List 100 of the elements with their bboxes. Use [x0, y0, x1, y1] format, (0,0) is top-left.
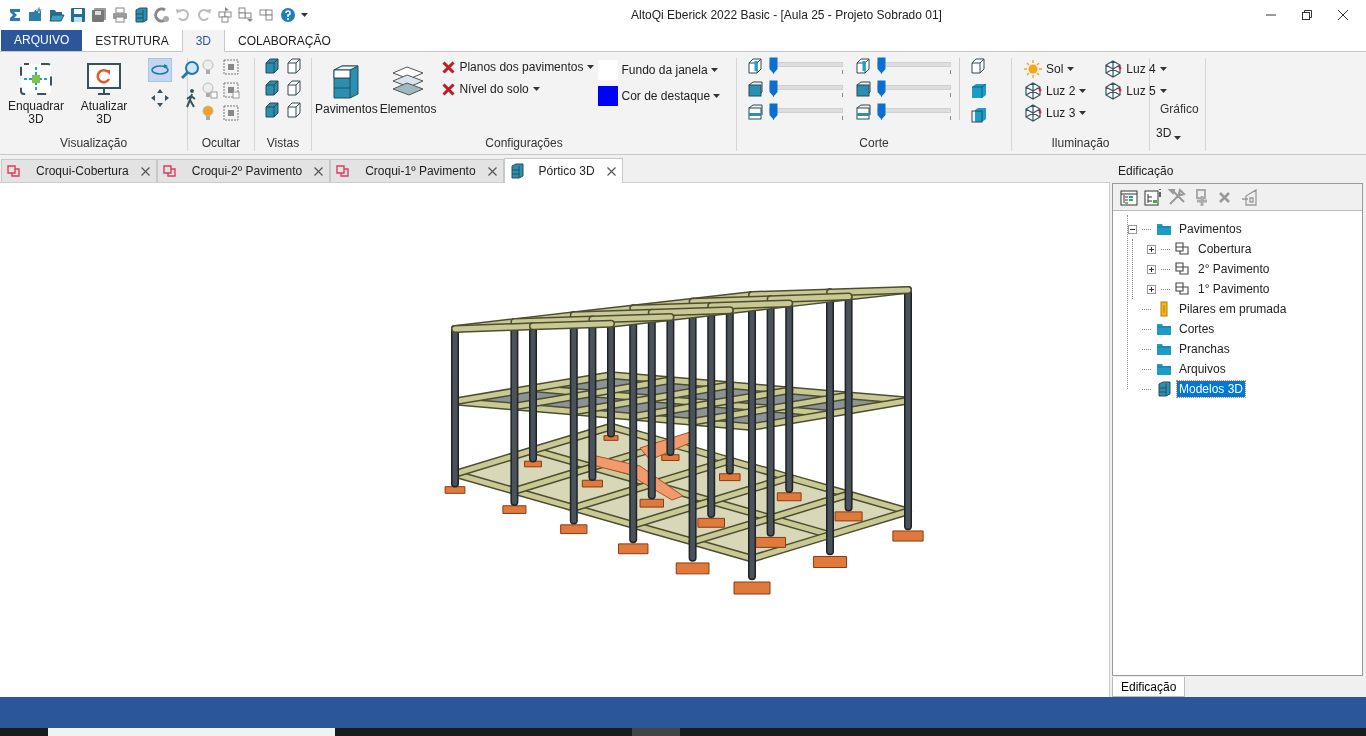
sketch-plan-icon[interactable] [6, 163, 22, 179]
section-box-icon[interactable] [855, 81, 871, 97]
tree-item[interactable]: Modelos 3D [1177, 381, 1246, 397]
tree-info-icon[interactable] [1144, 188, 1162, 206]
slider[interactable] [769, 102, 843, 121]
refresh-3d-button[interactable]: Atualizar 3D [72, 58, 136, 128]
open-folder-icon[interactable] [49, 7, 65, 23]
app-logo-icon[interactable] [7, 7, 23, 23]
c-shape-icon[interactable] [154, 7, 170, 23]
save-as-icon[interactable] [91, 7, 107, 23]
printer-icon[interactable] [112, 7, 128, 23]
floors-button[interactable]: Pavimentos [314, 62, 379, 118]
cabinet-icon[interactable] [1156, 381, 1172, 397]
light-dropdown[interactable]: Luz 2 [1022, 80, 1089, 102]
slider-thumb[interactable] [877, 57, 886, 74]
slider[interactable] [877, 56, 951, 75]
grid-arrow-icon[interactable] [238, 7, 254, 23]
floor-plan-icon[interactable] [1175, 281, 1191, 297]
slider-thumb[interactable] [877, 103, 886, 120]
light-cube-icon[interactable] [1024, 104, 1042, 122]
tree-icon[interactable] [1120, 188, 1138, 206]
expand-icon[interactable] [1147, 264, 1156, 274]
slider[interactable] [877, 79, 951, 98]
cabinet-icon[interactable] [508, 163, 525, 179]
folder-icon[interactable] [1156, 221, 1172, 237]
frame-3d-button[interactable]: Enquadrar 3D [4, 58, 68, 128]
section-box-icon[interactable] [855, 104, 871, 120]
cube-view-icon[interactable] [264, 80, 280, 98]
selection-icon[interactable] [222, 58, 240, 78]
floor-plan-icon[interactable] [1175, 261, 1191, 277]
light-dropdown[interactable]: Luz 3 [1022, 102, 1089, 124]
selection-icon[interactable] [222, 81, 240, 101]
caret-icon[interactable] [713, 94, 721, 98]
caret-icon[interactable] [301, 13, 308, 17]
tree-item[interactable]: 2° Pavimento [1196, 261, 1272, 277]
sketch-plan-icon[interactable] [161, 163, 178, 179]
close-icon[interactable] [140, 166, 150, 176]
new-file-icon[interactable] [28, 7, 44, 23]
slider-thumb[interactable] [769, 80, 778, 97]
cabinet-icon[interactable] [133, 7, 149, 23]
caret-icon[interactable] [1079, 111, 1087, 115]
ribbon-tab[interactable]: ARQUIVO [1, 29, 83, 51]
cross-icon[interactable] [442, 60, 456, 74]
section-box-icon[interactable] [747, 81, 763, 97]
tree-item[interactable]: Pilares em prumada [1177, 301, 1289, 317]
cube-view-icon[interactable] [264, 102, 280, 120]
light-dropdown[interactable]: Sol [1022, 58, 1089, 80]
section-box-icon[interactable] [855, 58, 871, 74]
cube-view-icon[interactable] [286, 102, 302, 120]
panel-tab[interactable]: Edificação [1112, 677, 1186, 697]
cube-icon[interactable] [970, 82, 988, 100]
save-icon[interactable] [70, 7, 86, 23]
ribbon-tab[interactable]: ESTRUTURA [82, 30, 182, 51]
caret-icon[interactable] [1159, 67, 1167, 71]
cube-view-icon[interactable] [286, 58, 302, 76]
restore-icon[interactable] [1302, 10, 1312, 20]
document-tab[interactable]: Croqui-Cobertura [1, 159, 157, 182]
cube-view-icon[interactable] [264, 58, 280, 76]
floor-plan-icon[interactable] [1175, 241, 1191, 257]
caret-icon[interactable] [587, 65, 595, 69]
document-tab[interactable]: Pórtico 3D [503, 158, 623, 183]
monitor-refresh-icon[interactable] [86, 61, 122, 97]
color-dropdown[interactable]: Fundo da janela [596, 58, 723, 82]
frame-icon[interactable] [18, 61, 54, 97]
expand-icon[interactable] [1147, 284, 1156, 294]
tree-item[interactable]: Pranchas [1177, 341, 1232, 357]
cube-view-icon[interactable] [286, 80, 302, 98]
ribbon-tab[interactable]: 3D [181, 29, 226, 52]
color-dropdown[interactable]: Cor de destaque [596, 84, 723, 108]
caret-icon[interactable] [1174, 136, 1182, 140]
light-dropdown[interactable]: Luz 4 [1102, 58, 1169, 80]
light-cube-icon[interactable] [1024, 82, 1042, 100]
slider[interactable] [877, 102, 951, 121]
folder-icon[interactable] [1156, 341, 1172, 357]
slider-thumb[interactable] [769, 103, 778, 120]
slider[interactable] [769, 56, 843, 75]
close-icon[interactable] [1338, 10, 1348, 20]
slider[interactable] [769, 79, 843, 98]
grid-arrow-icon[interactable] [217, 7, 233, 23]
option-dropdown[interactable]: Nível do solo [440, 80, 597, 98]
section-box-icon[interactable] [747, 104, 763, 120]
caret-icon[interactable] [1079, 89, 1087, 93]
folder-icon[interactable] [1156, 321, 1172, 337]
tree-item[interactable]: 1° Pavimento [1196, 281, 1272, 297]
slider-thumb[interactable] [877, 80, 886, 97]
option-dropdown[interactable]: Planos dos pavimentos [440, 58, 597, 76]
tree-item[interactable]: Cortes [1177, 321, 1217, 337]
section-box-icon[interactable] [747, 58, 763, 74]
caret-icon[interactable] [1067, 67, 1075, 71]
expand-icon[interactable] [1147, 244, 1156, 254]
caret-icon[interactable] [532, 87, 540, 91]
folder-icon[interactable] [1156, 361, 1172, 377]
caret-icon[interactable] [1159, 89, 1167, 93]
elements-button[interactable]: Elementos [378, 62, 438, 118]
tree-item[interactable]: Arquivos [1177, 361, 1228, 377]
cross-icon[interactable] [442, 82, 456, 96]
close-icon[interactable] [314, 166, 324, 176]
sketch-plan-icon[interactable] [335, 163, 352, 179]
tree-item[interactable]: Cobertura [1196, 241, 1254, 257]
slider-thumb[interactable] [769, 57, 778, 74]
